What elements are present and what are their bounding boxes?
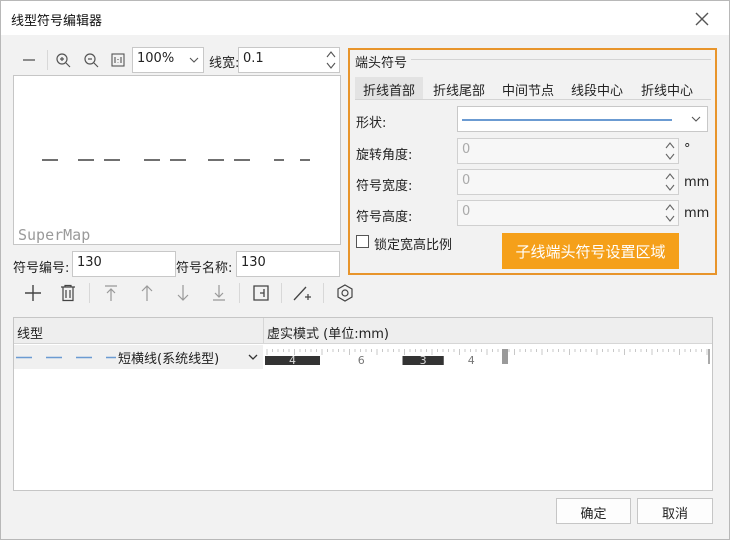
actual-size-icon [111, 53, 125, 67]
collapse-button[interactable] [19, 50, 39, 70]
group-title-rule [411, 59, 711, 60]
close-button[interactable] [691, 8, 713, 30]
move-bottom-button[interactable] [209, 283, 229, 303]
zoom-out-button[interactable] [81, 50, 101, 70]
move-up-button[interactable] [137, 283, 157, 303]
title-bar: 线型符号编辑器 [1, 1, 729, 35]
actual-size-button[interactable] [108, 50, 128, 70]
symbol-id-label: 符号编号: [13, 261, 70, 276]
add-row-button[interactable] [23, 283, 43, 303]
ruler-handle[interactable] [502, 349, 508, 364]
symbol-width-value: 0 [462, 173, 471, 188]
rotation-label: 旋转角度: [356, 148, 413, 163]
toolbar-separator [323, 283, 324, 303]
zoom-out-icon [84, 53, 99, 68]
symbol-name-value: 130 [241, 255, 266, 270]
chevron-down-icon[interactable] [248, 354, 258, 360]
zoom-in-icon [56, 53, 71, 68]
rotation-unit: ° [684, 142, 691, 157]
symbol-id-input[interactable]: 130 [72, 251, 176, 277]
ruler-segment-label: 3 [420, 354, 427, 367]
endpoint-group-title: 端头符号 [355, 56, 408, 71]
toolbar-separator [89, 283, 90, 303]
tabs-rule [355, 99, 711, 100]
ruler-segment-label: 4 [289, 354, 296, 367]
height-unit: mm [684, 206, 710, 221]
zoom-value: 100% [137, 51, 175, 66]
shape-select[interactable] [457, 106, 708, 132]
delete-row-button[interactable] [58, 283, 78, 303]
ruler-segment-label: 4 [468, 354, 475, 367]
zoom-in-button[interactable] [53, 50, 73, 70]
linewidth-label: 线宽: [209, 56, 240, 71]
symbol-preview-canvas: SuperMap [13, 75, 341, 245]
width-unit: mm [684, 175, 710, 190]
column-header-linetype[interactable]: 线型 [14, 318, 263, 344]
plus-icon [25, 285, 41, 301]
move-top-button[interactable] [101, 283, 121, 303]
shape-label: 形状: [356, 116, 387, 131]
tab-polyline-center[interactable]: 折线中心 [632, 77, 702, 99]
table-row[interactable]: 短横线(系统线型) 4 6 3 4 [14, 345, 712, 369]
watermark-text: SuperMap [18, 226, 91, 244]
tab-polyline-end[interactable]: 折线尾部 [425, 77, 493, 99]
linetype-cell[interactable]: 短横线(系统线型) [14, 345, 263, 369]
insert-button[interactable] [251, 283, 271, 303]
dashed-line-preview [42, 159, 310, 161]
close-icon [695, 12, 709, 26]
symbol-height-input[interactable]: 0 [457, 200, 679, 226]
tab-segment-center[interactable]: 线段中心 [563, 77, 631, 99]
linewidth-input[interactable]: 0.1 [238, 47, 340, 73]
toolbar-separator [47, 50, 48, 70]
rotation-value: 0 [462, 142, 471, 157]
spinner-icon[interactable] [664, 202, 676, 224]
pattern-ruler[interactable]: 4 6 3 4 [265, 345, 711, 369]
spinner-icon[interactable] [664, 140, 676, 162]
cancel-button[interactable]: 取消 [637, 498, 713, 524]
line-pattern-table: 线型 虚实模式 (单位:mm) 短横线(系统线型) 4 6 3 4 [13, 317, 713, 491]
arrow-up-icon [141, 285, 153, 301]
tab-middle-node[interactable]: 中间节点 [494, 77, 562, 99]
symbol-width-input[interactable]: 0 [457, 169, 679, 195]
add-subline-button[interactable] [293, 283, 313, 303]
pattern-ruler-graphic: 4 6 3 4 [265, 349, 710, 367]
chevron-down-icon [189, 57, 199, 63]
minus-icon [23, 59, 35, 61]
spinner-icon[interactable] [664, 171, 676, 193]
lock-ratio-checkbox[interactable] [356, 235, 369, 248]
lock-ratio-label: 锁定宽高比例 [374, 238, 453, 253]
symbol-name-label: 符号名称: [176, 261, 233, 276]
trash-icon [61, 284, 75, 302]
tab-polyline-start[interactable]: 折线首部 [355, 77, 423, 99]
arrow-to-top-icon [105, 285, 117, 301]
linewidth-value: 0.1 [243, 51, 264, 66]
arrow-down-icon [177, 285, 189, 301]
zoom-select[interactable]: 100% [132, 47, 204, 73]
add-line-icon [293, 286, 311, 301]
chevron-down-icon [691, 116, 701, 122]
linetype-name: 短横线(系统线型) [118, 352, 220, 367]
hexagon-settings-icon [337, 284, 353, 302]
line-symbol-editor-dialog: 线型符号编辑器 100% 线宽: 0.1 SuperMap 符号编号: 130 … [0, 0, 730, 540]
spinner-icon[interactable] [325, 49, 337, 71]
arrow-to-bottom-icon [213, 285, 225, 301]
toolbar-separator [281, 283, 282, 303]
symbol-id-value: 130 [77, 255, 102, 270]
column-header-pattern[interactable]: 虚实模式 (单位:mm) [263, 318, 712, 344]
symbol-name-input[interactable]: 130 [236, 251, 340, 277]
ok-button[interactable]: 确定 [556, 498, 631, 524]
rotation-input[interactable]: 0 [457, 138, 679, 164]
settings-button[interactable] [335, 283, 355, 303]
window-title: 线型符号编辑器 [11, 14, 103, 29]
move-down-button[interactable] [173, 283, 193, 303]
shape-line-preview [462, 119, 672, 121]
toolbar-separator [239, 283, 240, 303]
ruler-segment-label: 6 [358, 354, 365, 367]
dash-sample [16, 356, 116, 359]
highlight-annotation: 子线端头符号设置区域 [502, 233, 679, 269]
height-label: 符号高度: [356, 210, 413, 225]
insert-box-icon [253, 285, 269, 301]
width-label: 符号宽度: [356, 179, 413, 194]
symbol-height-value: 0 [462, 204, 471, 219]
